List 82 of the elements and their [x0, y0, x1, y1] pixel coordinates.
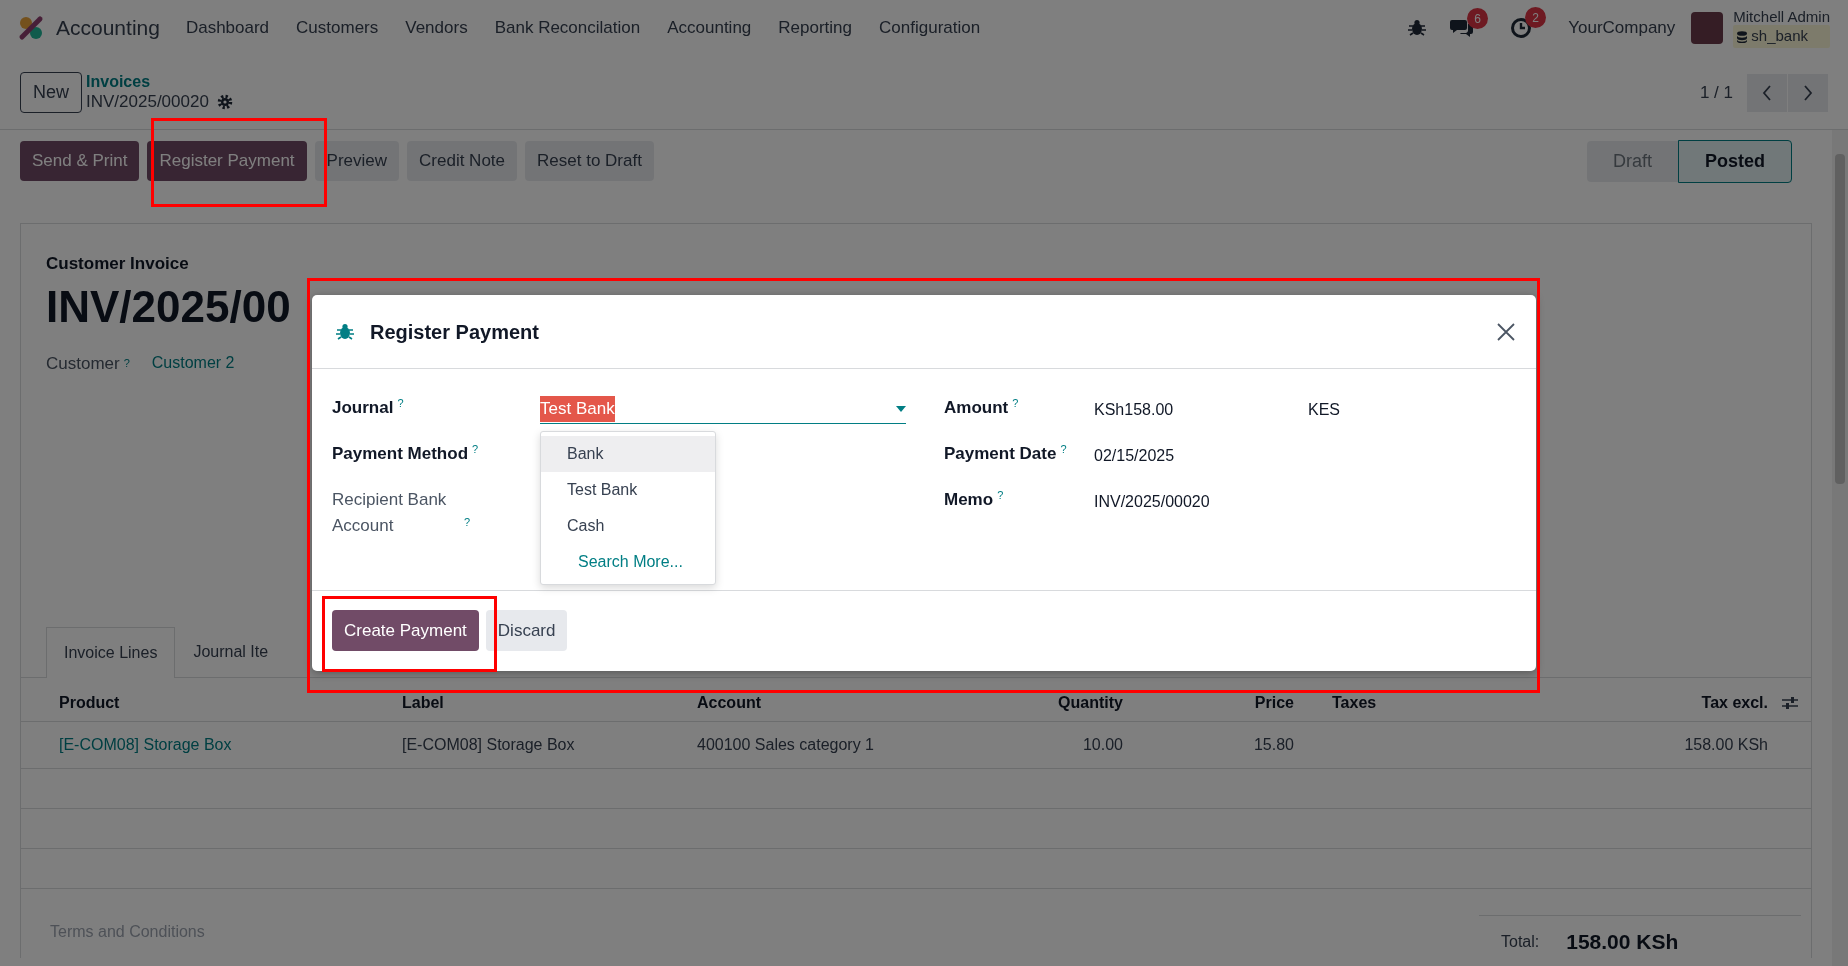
record-name: INV/2025/00020 — [86, 90, 209, 113]
invoice-number: INV/2025/00 — [46, 281, 291, 331]
dropdown-option[interactable]: Bank — [541, 436, 715, 472]
field-label: Payment Method — [332, 444, 469, 464]
help-mark[interactable]: ? — [123, 355, 130, 372]
avatar-placeholder[interactable] — [1691, 12, 1724, 44]
field-label: Memo — [944, 490, 994, 510]
debug-icon[interactable] — [1408, 19, 1427, 37]
action-button[interactable]: Send & Print — [20, 141, 140, 181]
dropdown-option[interactable]: Test Bank — [541, 472, 715, 508]
app-name[interactable]: Accounting — [56, 12, 160, 44]
chevron-left-icon — [1762, 84, 1772, 101]
document-type: Customer Invoice — [46, 253, 190, 275]
column-header: Product — [58, 692, 121, 713]
total-amount: 158.00 KSh — [1566, 929, 1679, 955]
column-header: Account — [696, 692, 762, 713]
notebook-tab[interactable]: Invoice Lines — [46, 627, 176, 678]
field-label: Journal — [332, 398, 394, 418]
customer-link[interactable]: Customer 2 — [151, 351, 235, 376]
column-header: Label — [401, 692, 445, 713]
database-icon — [1737, 30, 1748, 43]
field-value[interactable]: 02/15/2025 — [1094, 441, 1308, 487]
debug-icon — [336, 322, 354, 341]
field-label: Customer — [46, 352, 120, 375]
action-button[interactable]: Preview — [314, 141, 400, 181]
company-switcher[interactable]: YourCompany — [1568, 15, 1676, 41]
field-label: Amount — [944, 398, 1009, 418]
pager-value: 1 / 1 — [1699, 81, 1733, 104]
journal-select[interactable]: Test Bank — [540, 395, 906, 424]
field-label: Payment Date — [944, 444, 1057, 464]
currency-value[interactable]: KES — [1308, 395, 1458, 441]
count-badge: 2 — [1525, 7, 1547, 28]
app-logo-icon — [18, 15, 44, 41]
dialog-title: Register Payment — [370, 319, 539, 345]
total-label: Total: — [1501, 931, 1540, 952]
product-link[interactable]: [E-COM08] Storage Box — [59, 736, 232, 753]
help-mark[interactable]: ? — [1060, 443, 1067, 455]
menu-item[interactable]: Accounting — [667, 15, 752, 41]
menu-item[interactable]: Reporting — [778, 15, 853, 41]
status-stage[interactable]: Draft — [1586, 140, 1678, 182]
clock-icon[interactable] — [1510, 17, 1533, 39]
search-more-link[interactable]: Search More... — [541, 544, 715, 580]
user-name[interactable]: Mitchell Admin — [1733, 8, 1830, 26]
notebook-tab[interactable]: Journal Ite — [175, 626, 287, 677]
dialog-button[interactable]: Create Payment — [332, 609, 479, 652]
new-button[interactable]: New — [20, 72, 82, 113]
menu-item[interactable]: Vendors — [405, 15, 468, 41]
help-mark[interactable]: ? — [997, 489, 1004, 501]
action-button[interactable]: Credit Note — [407, 141, 518, 181]
chevron-right-icon — [1803, 84, 1813, 101]
field-value[interactable]: INV/2025/00020 — [1094, 487, 1308, 533]
menu-item[interactable]: Customers — [296, 15, 379, 41]
table-cell-text: [E-COM08] Storage Box — [401, 735, 576, 755]
column-header: Taxes — [1331, 692, 1378, 713]
table-cell-text: 10.00 — [1081, 735, 1123, 755]
menu-item[interactable]: Bank Reconcilation — [494, 15, 641, 41]
column-header: Price — [1253, 692, 1294, 713]
table-cell-text: 400100 Sales category 1 — [696, 735, 875, 755]
status-stage[interactable]: Posted — [1678, 139, 1792, 183]
field-label: Recipient Bank Account — [332, 489, 448, 537]
column-header: Quantity — [1057, 692, 1123, 713]
menu-item[interactable]: Dashboard — [185, 15, 270, 41]
breadcrumb-link[interactable]: Invoices — [86, 72, 233, 91]
caret-icon — [896, 406, 906, 412]
action-button[interactable]: Reset to Draft — [525, 141, 654, 181]
database-tag: sh_bank — [1733, 25, 1830, 48]
table-cell-text: 15.80 — [1252, 735, 1294, 755]
column-settings-icon[interactable] — [1781, 695, 1798, 710]
table-cell-text: 158.00 KSh — [1683, 735, 1768, 755]
count-badge: 6 — [1467, 8, 1489, 29]
help-mark[interactable]: ? — [472, 443, 479, 455]
dialog-button[interactable]: Discard — [485, 609, 568, 652]
menu-item[interactable]: Configuration — [879, 15, 981, 41]
action-button[interactable]: Register Payment — [147, 141, 307, 181]
help-mark[interactable]: ? — [1012, 397, 1019, 409]
close-icon — [1496, 321, 1516, 342]
help-mark[interactable]: ? — [397, 397, 404, 409]
chat-icon[interactable] — [1450, 18, 1475, 38]
field-value[interactable]: KSh158.00 — [1094, 395, 1308, 441]
gear-icon[interactable] — [216, 93, 233, 110]
dropdown-option[interactable]: Cash — [541, 508, 715, 544]
column-header: Tax excl. — [1700, 692, 1768, 713]
